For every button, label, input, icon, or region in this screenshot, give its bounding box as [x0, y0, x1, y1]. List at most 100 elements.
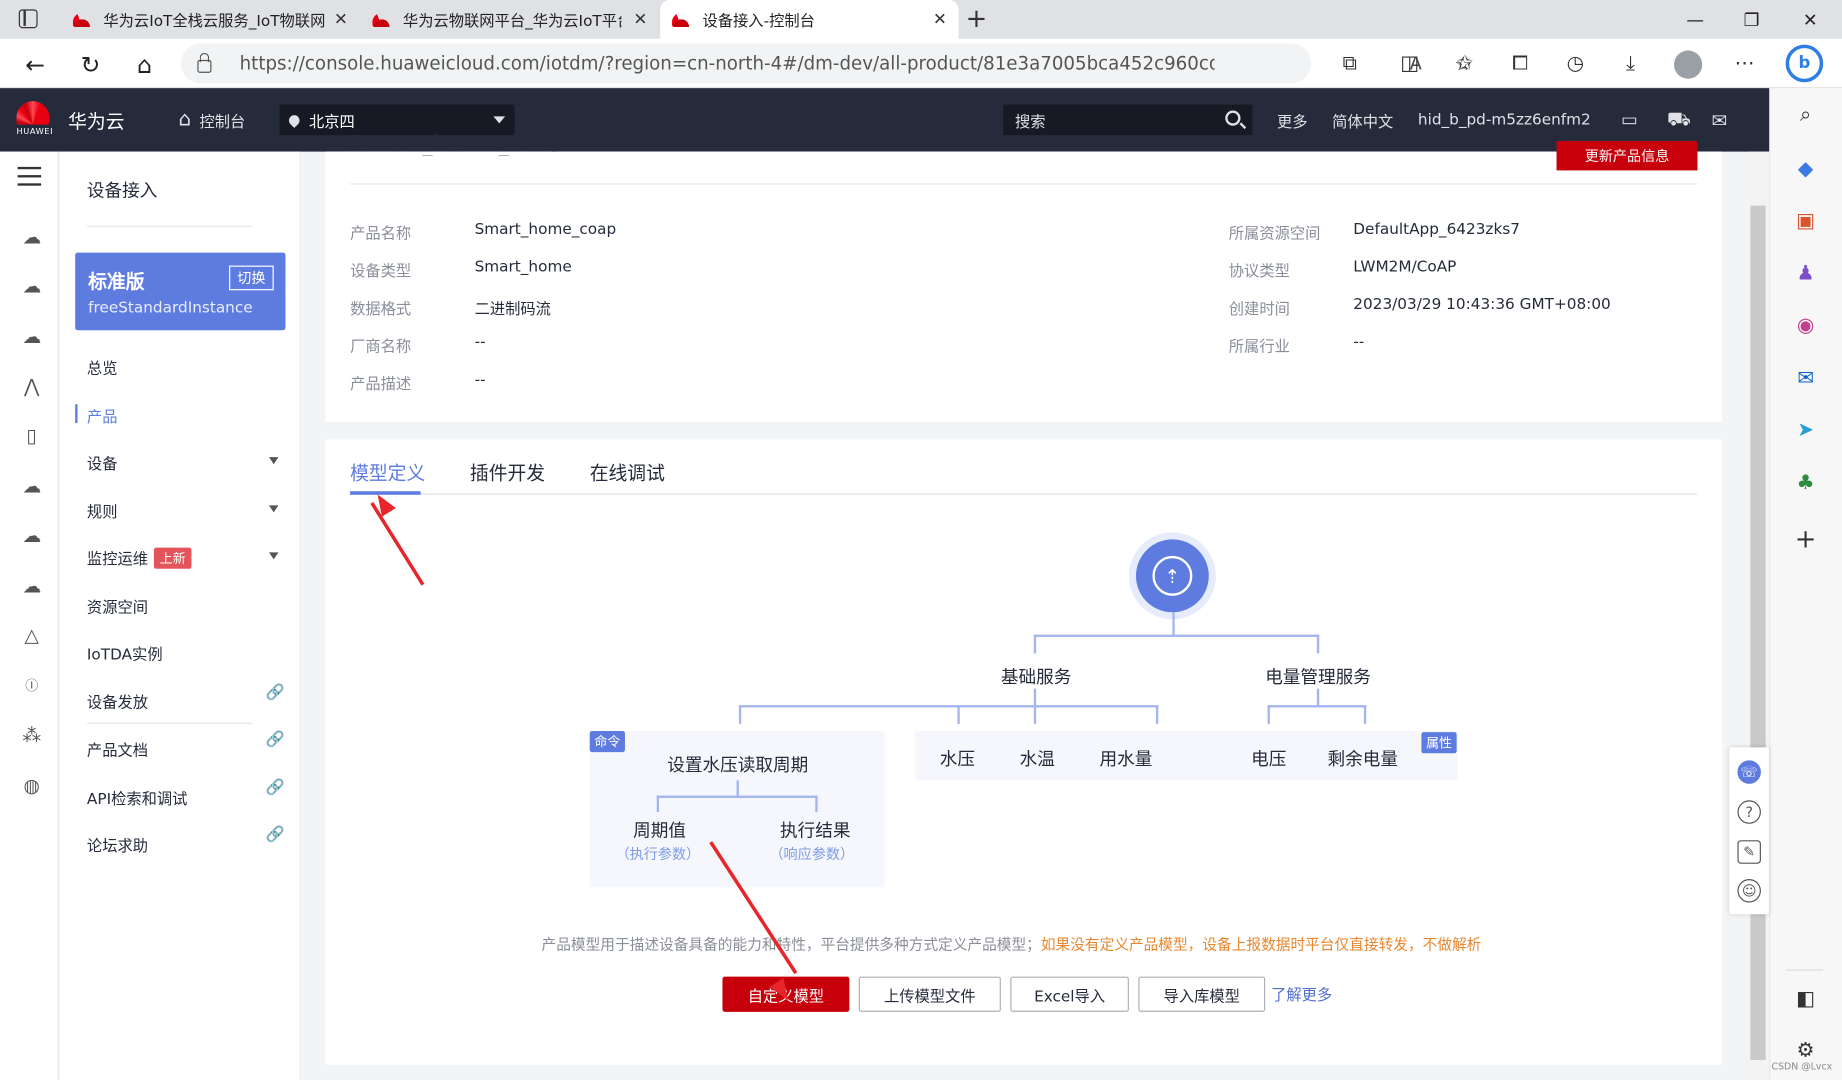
field-label: 数据格式 [350, 300, 412, 319]
profile-avatar[interactable] [1674, 50, 1703, 79]
side-item-docs[interactable]: 产品文档 [87, 738, 148, 761]
pyramid-icon[interactable]: △ [19, 622, 45, 648]
rocket-icon: ⇡ [1152, 555, 1193, 596]
storage-icon[interactable]: ▯ [19, 422, 45, 448]
product-model-circle: ⇡ [1135, 539, 1209, 613]
sidebar-outlook-icon[interactable]: ✉ [1790, 363, 1821, 394]
window-close-icon[interactable]: ✕ [1788, 0, 1833, 39]
property-tag: 属性 [1421, 732, 1457, 754]
side-item-iotda-instance[interactable]: IoTDA实例 [87, 642, 163, 664]
side-item-devices[interactable]: 设备 [87, 451, 118, 474]
more-menu[interactable]: 更多 [1277, 88, 1308, 151]
refresh-icon[interactable]: ↻ [73, 47, 108, 82]
restore-icon[interactable]: ❐ [1729, 0, 1774, 39]
back-icon[interactable]: ← [18, 47, 53, 82]
field-label: 创建时间 [1228, 300, 1290, 319]
external-link-icon[interactable]: 🔗 [265, 779, 284, 797]
home-icon[interactable]: ⌂ [127, 47, 162, 82]
tab-plugin-development[interactable]: 插件开发 [470, 457, 545, 485]
minimize-icon[interactable]: — [1673, 0, 1718, 39]
home-icon: ⌂ [178, 108, 192, 132]
history-icon[interactable]: ◷ [1560, 48, 1591, 79]
network-icon[interactable]: ⋀ [19, 373, 45, 399]
browser-tab-active[interactable]: 设备接入-控制台 ✕ [660, 0, 959, 39]
close-tab-icon[interactable]: ✕ [933, 11, 947, 30]
sidebar-add-icon[interactable]: + [1790, 524, 1821, 555]
command-name: 设置水压读取周期 [667, 754, 809, 776]
language-menu[interactable]: 简体中文 [1332, 88, 1393, 151]
cloud-service-icon[interactable]: ☁ [19, 273, 45, 299]
feedback-icon[interactable]: ✎ [1737, 840, 1761, 864]
chevron-down-icon[interactable] [269, 552, 279, 564]
collections-icon[interactable]: ⧠ [1505, 48, 1536, 79]
cloud-upload-icon[interactable]: ☁ [19, 522, 45, 548]
tab-model-definition[interactable]: 模型定义 [350, 457, 425, 485]
sidebar-panel-icon[interactable]: ◧ [1790, 984, 1821, 1015]
ip-icon[interactable]: Ⓘ [19, 672, 45, 698]
upload-model-button[interactable]: 上传模型文件 [858, 976, 1001, 1012]
switch-edition-button[interactable]: 切换 [229, 265, 274, 291]
smile-icon[interactable]: ☺ [1737, 879, 1761, 903]
side-item-api-explorer[interactable]: API检索和调试 [87, 786, 188, 809]
side-item-products[interactable]: 产品 [87, 404, 118, 427]
side-item-overview[interactable]: 总览 [87, 356, 118, 379]
tab-actions-icon[interactable] [18, 9, 38, 29]
address-bar[interactable]: https://console.huaweicloud.com/iotdm/?r… [180, 43, 1471, 84]
sidebar-tools-icon[interactable]: ▣ [1790, 206, 1821, 237]
message-icon[interactable]: ✉ [1712, 88, 1728, 151]
cloud-service-icon[interactable]: ☁ [19, 223, 45, 249]
external-link-icon[interactable]: 🔗 [265, 826, 284, 844]
cluster-icon[interactable]: ⁂ [19, 722, 45, 748]
sidebar-search-icon[interactable]: ⌕ [1790, 100, 1821, 131]
close-tab-icon[interactable]: ✕ [334, 11, 348, 30]
param-name: 周期值 [633, 820, 687, 842]
help-icon[interactable]: ? [1737, 800, 1761, 824]
sidebar-games-icon[interactable]: ♟ [1790, 259, 1821, 290]
favorites-icon[interactable]: ✩ [1450, 48, 1481, 79]
external-link-icon[interactable]: 🔗 [265, 684, 284, 702]
chevron-down-icon[interactable] [269, 505, 279, 517]
new-tab-icon[interactable]: + [966, 5, 988, 34]
sidebar-tree-icon[interactable]: ♣ [1790, 468, 1821, 499]
sidebar-send-icon[interactable]: ➤ [1790, 415, 1821, 446]
sidebar-shopping-icon[interactable]: ◆ [1790, 154, 1821, 185]
import-library-model-button[interactable]: 导入库模型 [1138, 976, 1266, 1012]
customer-service-icon[interactable]: ☏ [1737, 760, 1761, 784]
update-product-button[interactable]: 更新产品信息 [1556, 141, 1698, 171]
browser-tab[interactable]: 华为云物联网平台_华为云IoT平台 ✕ [361, 0, 659, 39]
globe-icon[interactable]: ◍ [19, 772, 45, 798]
field-value: -- [474, 371, 486, 389]
side-item-provisioning[interactable]: 设备发放 [87, 690, 148, 713]
extensions-icon[interactable]: ⧉ [1335, 48, 1366, 79]
cloud-service-icon[interactable]: ☁ [19, 572, 45, 598]
side-item-resource-space[interactable]: 资源空间 [87, 595, 148, 617]
service-name: 基础服务 [1000, 666, 1072, 688]
tab-online-debug[interactable]: 在线调试 [590, 457, 665, 485]
region-selector[interactable]: 北京四 [279, 104, 515, 136]
chevron-down-icon[interactable] [269, 457, 279, 469]
side-item-rules[interactable]: 规则 [87, 499, 118, 522]
bing-copilot-icon[interactable]: b [1785, 44, 1824, 83]
learn-more-link[interactable]: 了解更多 [1271, 982, 1332, 1005]
side-item-forum[interactable]: 论坛求助 [87, 833, 148, 856]
search-icon[interactable] [1225, 110, 1241, 126]
brand-name[interactable]: 华为云 [68, 88, 124, 151]
browser-tab[interactable]: 华为云IoT全栈云服务_IoT物联网 ✕ [61, 0, 359, 39]
hamburger-menu-icon[interactable] [17, 166, 42, 186]
field-label: 所属资源空间 [1228, 225, 1321, 244]
search-input[interactable]: 搜索 [1003, 104, 1253, 136]
cloud-service-icon[interactable]: ☁ [19, 472, 45, 498]
side-item-monitoring[interactable]: 监控运维 上新 [87, 546, 192, 569]
edition-card[interactable]: 标准版 切换 freeStandardInstance [75, 252, 286, 331]
huawei-logo[interactable]: HUAWEI [16, 101, 53, 136]
cloud-service-icon[interactable]: ☁ [19, 323, 45, 349]
sidebar-office-icon[interactable]: ◉ [1790, 310, 1821, 341]
downloads-icon[interactable]: ⤓ [1615, 48, 1646, 79]
scrollbar-thumb[interactable] [1750, 205, 1766, 1061]
close-tab-icon[interactable]: ✕ [633, 11, 647, 30]
console-home-link[interactable]: ⌂ 控制台 [179, 88, 246, 151]
external-link-icon[interactable]: 🔗 [265, 731, 284, 749]
split-screen-icon[interactable]: ◫ [1394, 48, 1425, 79]
more-options-icon[interactable]: ⋯ [1729, 48, 1760, 79]
excel-import-button[interactable]: Excel导入 [1010, 976, 1129, 1012]
